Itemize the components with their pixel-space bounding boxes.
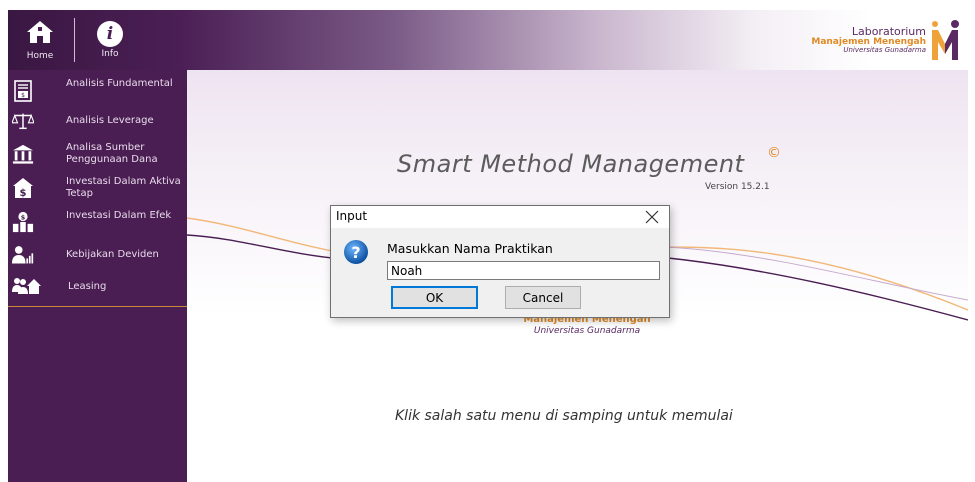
bank-building-icon: [12, 143, 34, 165]
sidebar-divider: [8, 306, 187, 307]
header-divider: [74, 18, 75, 62]
sidebar-item-label: Analisis Fundamental: [66, 78, 173, 89]
balance-scale-icon: [12, 110, 34, 132]
dialog-title: Input: [336, 209, 368, 223]
sidebar-item-leasing[interactable]: Leasing: [8, 274, 187, 298]
brand-text: Laboratorium Manajemen Menengah Universi…: [811, 26, 926, 54]
dialog-prompt: Masukkan Nama Praktikan: [387, 241, 553, 256]
calculator-document-icon: $: [12, 80, 34, 102]
svg-text:$: $: [20, 188, 27, 199]
version-text: Version 15.2.1: [705, 182, 770, 192]
instruction-text: Klik salah satu menu di samping untuk me…: [395, 408, 733, 424]
dialog-titlebar[interactable]: Input: [331, 206, 669, 228]
sidebar-item-analisa-sumber[interactable]: Analisa Sumber Penggunaan Dana: [8, 140, 187, 168]
name-input[interactable]: [387, 261, 660, 280]
people-house-icon: [12, 275, 42, 297]
brand-line3: Universitas Gunadarma: [843, 45, 926, 54]
home-icon: [25, 19, 55, 49]
house-dollar-icon: $: [12, 177, 34, 199]
app-window: Home i Info Laboratorium Manajemen Menen…: [0, 0, 975, 482]
home-button[interactable]: Home: [12, 10, 68, 70]
sidebar-item-investasi-aktiva-tetap[interactable]: $ Investasi Dalam Aktiva Tetap: [8, 174, 187, 202]
sidebar-item-kebijakan-deviden[interactable]: Kebijakan Deviden: [8, 242, 187, 268]
info-label: Info: [101, 49, 119, 59]
buildings-dollar-icon: $: [12, 211, 34, 233]
app-title: Smart Method Management: [397, 150, 745, 178]
sidebar-item-label: Investasi Dalam Aktiva Tetap: [66, 176, 181, 199]
svg-text:?: ?: [351, 243, 360, 262]
question-icon: ?: [343, 239, 369, 265]
sidebar-item-label: Leasing: [68, 281, 107, 292]
info-button[interactable]: i Info: [82, 10, 138, 70]
input-dialog: Input ? Masukkan Nama Praktikan OK Cance…: [330, 205, 670, 318]
sidebar-item-label: Investasi Dalam Efek: [66, 210, 172, 221]
sidebar-item-label: Analisa Sumber Penggunaan Dana: [66, 142, 158, 165]
brand-logo-icon: [930, 18, 960, 64]
svg-text:$: $: [21, 92, 25, 99]
person-chart-icon: [12, 244, 34, 266]
copyright-symbol: ©: [767, 145, 781, 161]
sidebar: $ Analisis Fundamental Analisis Leverage…: [8, 70, 187, 482]
sidebar-item-analisis-leverage[interactable]: Analisis Leverage: [8, 110, 187, 132]
sidebar-item-label: Analisis Leverage: [66, 115, 154, 126]
home-label: Home: [26, 51, 54, 61]
cancel-button[interactable]: Cancel: [505, 286, 581, 309]
sidebar-item-analisis-fundamental[interactable]: $ Analisis Fundamental: [8, 76, 187, 104]
lab-line3: Universitas Gunadarma: [533, 325, 641, 336]
close-icon[interactable]: [641, 207, 663, 227]
ok-button[interactable]: OK: [391, 286, 478, 309]
svg-text:$: $: [21, 213, 26, 221]
sidebar-item-label: Kebijakan Deviden: [66, 249, 159, 260]
sidebar-item-investasi-efek[interactable]: $ Investasi Dalam Efek: [8, 208, 187, 236]
brand-line1: Laboratorium: [851, 25, 926, 38]
info-icon: i: [97, 21, 123, 47]
header-bar: Home i Info Laboratorium Manajemen Menen…: [8, 10, 968, 70]
